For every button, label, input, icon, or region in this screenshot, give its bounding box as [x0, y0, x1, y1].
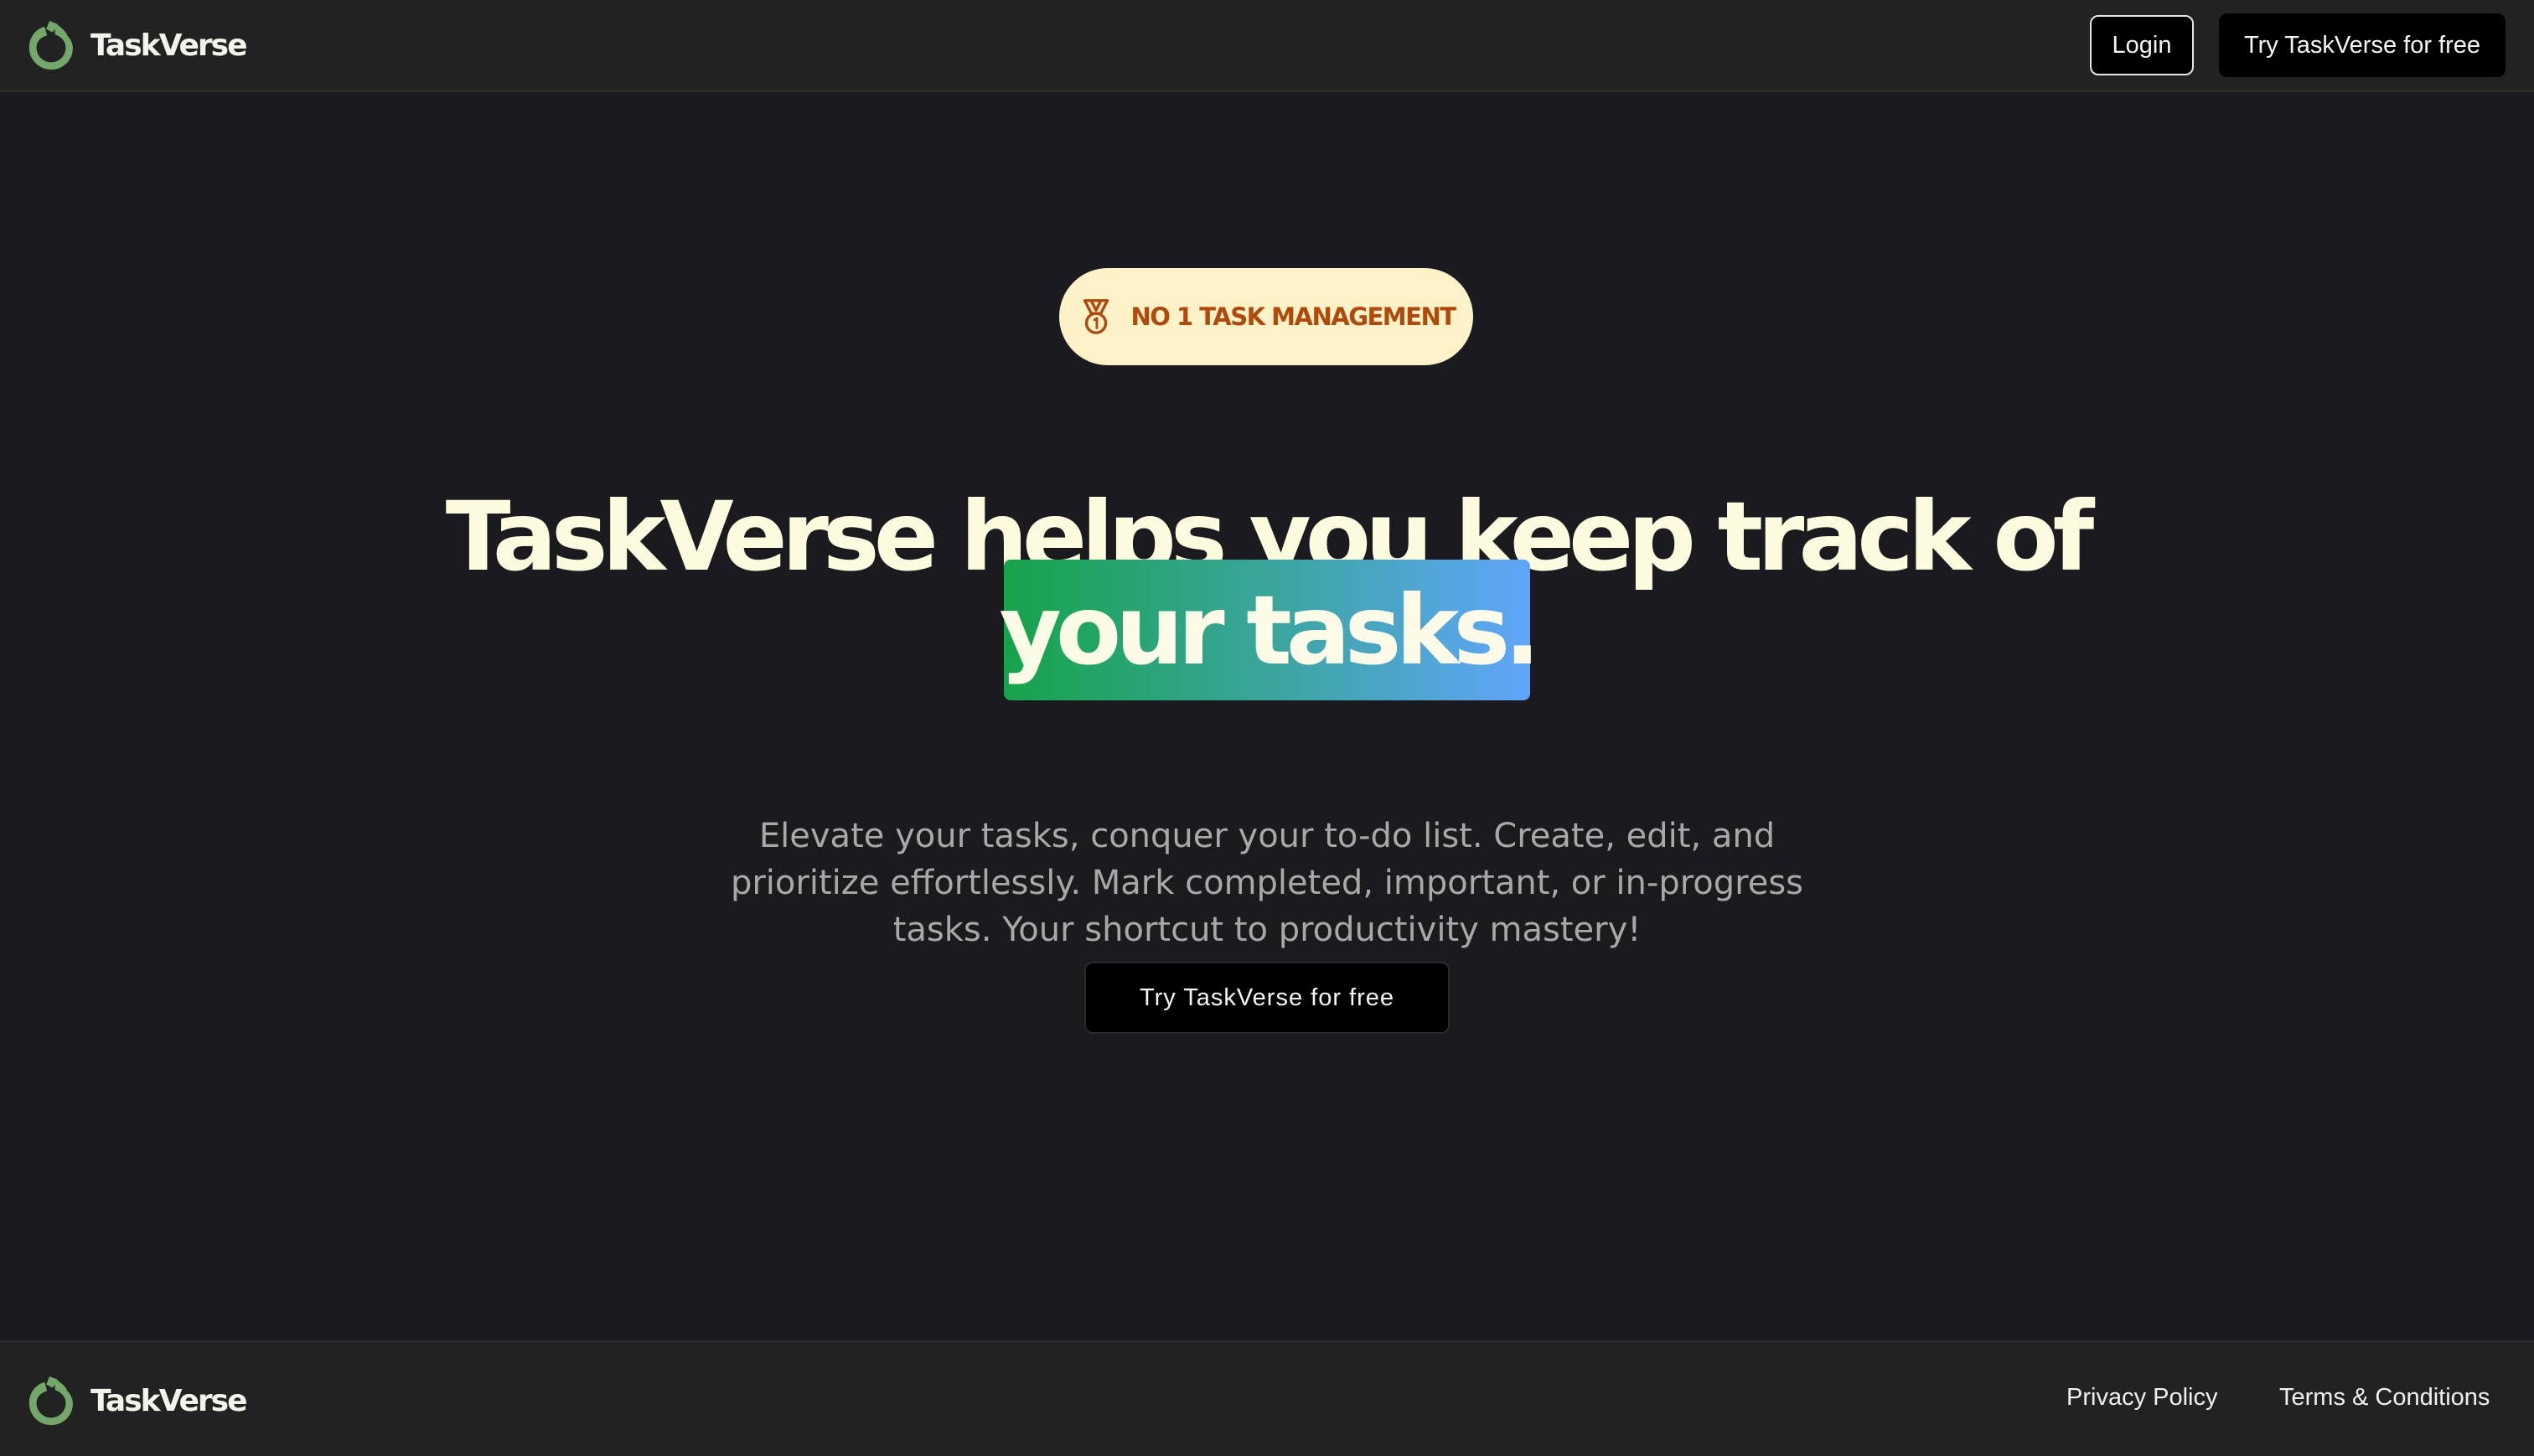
- taskverse-logo-icon: [28, 20, 73, 70]
- login-button[interactable]: Login: [2090, 15, 2194, 75]
- footer-brand-link[interactable]: TaskVerse: [25, 1374, 247, 1428]
- no1-badge: NO 1 TASK MANAGEMENT: [1059, 268, 1473, 365]
- taskverse-logo-icon: [28, 1376, 73, 1426]
- header-brand-link[interactable]: TaskVerse: [25, 18, 247, 72]
- hero-description: Elevate your tasks, conquer your to-do l…: [730, 817, 1804, 949]
- medal-icon: [1083, 299, 1109, 334]
- badge-label: NO 1 TASK MANAGEMENT: [1130, 302, 1456, 331]
- brand-name: TaskVerse: [90, 28, 247, 63]
- try-free-button-hero[interactable]: Try TaskVerse for free: [1084, 962, 1450, 1034]
- hero-headline-highlight: your tasks.: [1000, 560, 1540, 700]
- top-navigation-bar: TaskVerse Login Try TaskVerse for free: [0, 0, 2534, 92]
- privacy-policy-link[interactable]: Privacy Policy: [2066, 1384, 2218, 1412]
- try-free-button-header[interactable]: Try TaskVerse for free: [2219, 13, 2506, 77]
- terms-conditions-link[interactable]: Terms & Conditions: [2279, 1384, 2490, 1412]
- site-footer: TaskVerse Privacy Policy Terms & Conditi…: [0, 1340, 2534, 1456]
- footer-brand-name: TaskVerse: [90, 1383, 247, 1418]
